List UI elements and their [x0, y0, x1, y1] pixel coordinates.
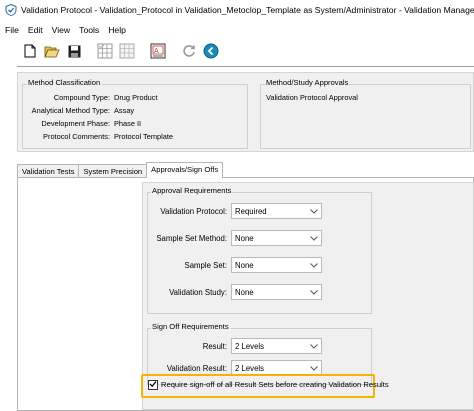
toolbar-separator [143, 42, 144, 62]
sample-set-select[interactable]: None [231, 257, 322, 273]
menu-edit[interactable]: Edit [24, 25, 47, 35]
validation-protocol-select[interactable]: Required [231, 203, 322, 219]
analytical-method-type-value: Assay [114, 106, 135, 115]
validation-result-value: 2 Levels [235, 363, 265, 373]
analytical-method-type-row: Analytical Method Type: [18, 106, 110, 116]
validation-study-select[interactable]: None [231, 284, 322, 300]
development-phase-value: Phase II [114, 119, 142, 128]
open-icon [44, 45, 60, 60]
require-signoff-label[interactable]: Require sign-off of all Result Sets befo… [161, 380, 389, 389]
svg-text:A: A [154, 48, 159, 55]
sign-off-requirements-title: Sign Off Requirements [151, 322, 230, 331]
grid-disabled-button[interactable] [117, 42, 137, 62]
grid-icon [97, 43, 113, 61]
title-bar: Validation Protocol - Validation_Protoco… [0, 0, 474, 20]
chevron-down-icon [309, 234, 318, 243]
info-panel: Method Classification Compound Type: Dru… [17, 72, 474, 152]
refresh-icon [181, 43, 197, 61]
validation-protocol-value: Required [235, 206, 267, 216]
analytical-method-type-label: Analytical Method Type: [31, 106, 110, 115]
method-study-approvals-title: Method/Study Approvals [265, 78, 350, 87]
sample-set-method-value: None [235, 233, 254, 243]
protocol-comments-label: Protocol Comments: [43, 132, 110, 141]
new-button[interactable] [20, 42, 40, 62]
refresh-button[interactable] [179, 42, 199, 62]
sample-set-value: None [235, 260, 254, 270]
app-shield-icon [5, 3, 17, 17]
tab-system-precision[interactable]: System Precision [78, 164, 148, 178]
development-phase-label: Development Phase: [41, 119, 110, 128]
new-icon [24, 44, 36, 60]
report-icon: A [150, 43, 166, 61]
chevron-down-icon [309, 342, 318, 351]
chevron-down-icon [309, 261, 318, 270]
approval-requirements-title: Approval Requirements [151, 186, 233, 195]
window-title: Validation Protocol - Validation_Protoco… [21, 5, 474, 15]
chevron-down-icon [309, 288, 318, 297]
validation-study-label: Validation Study: [169, 288, 227, 297]
compound-type-value: Drug Product [114, 93, 158, 102]
menu-view[interactable]: View [48, 25, 74, 35]
checkmark-icon [149, 380, 157, 390]
save-icon [68, 45, 81, 60]
menu-tools[interactable]: Tools [75, 25, 103, 35]
save-button[interactable] [64, 42, 84, 62]
toolbar-divider [17, 66, 474, 68]
protocol-comments-value: Protocol Template [114, 132, 174, 141]
grid-disabled-icon [119, 43, 135, 61]
validation-result-label: Validation Result: [166, 364, 227, 373]
chevron-down-icon [309, 364, 318, 373]
compound-type-row: Compound Type: [18, 93, 110, 103]
method-classification-title: Method Classification [27, 78, 102, 87]
report-button[interactable]: A [148, 42, 168, 62]
tab-approvals-sign-offs[interactable]: Approvals/Sign Offs [146, 162, 224, 178]
open-button[interactable] [42, 42, 62, 62]
menu-file[interactable]: File [1, 25, 23, 35]
navigate-icon [203, 43, 219, 61]
toolbar-separator [174, 42, 175, 62]
sample-set-method-select[interactable]: None [231, 230, 322, 246]
validation-protocol-approval-item[interactable]: Validation Protocol Approval [266, 93, 358, 102]
result-label: Result: [202, 342, 227, 351]
validation-protocol-label: Validation Protocol: [160, 207, 227, 216]
toolbar: A [20, 40, 223, 64]
validation-study-value: None [235, 287, 254, 297]
menu-help[interactable]: Help [104, 25, 130, 35]
menu-bar: File Edit View Tools Help [0, 23, 130, 37]
result-select[interactable]: 2 Levels [231, 338, 322, 354]
development-phase-row: Development Phase: [18, 119, 110, 129]
protocol-comments-row: Protocol Comments: [18, 132, 110, 142]
require-signoff-checkbox[interactable] [148, 380, 158, 390]
toolbar-separator [90, 42, 91, 62]
tab-strip: Validation Tests System Precision Approv… [17, 162, 224, 178]
grid-button[interactable] [95, 42, 115, 62]
result-value: 2 Levels [235, 341, 265, 351]
tab-validation-tests[interactable]: Validation Tests [17, 164, 80, 178]
sample-set-label: Sample Set: [184, 261, 227, 270]
compound-type-label: Compound Type: [53, 93, 110, 102]
chevron-down-icon [309, 207, 318, 216]
sample-set-method-label: Sample Set Method: [156, 234, 227, 243]
navigate-button[interactable] [201, 42, 221, 62]
